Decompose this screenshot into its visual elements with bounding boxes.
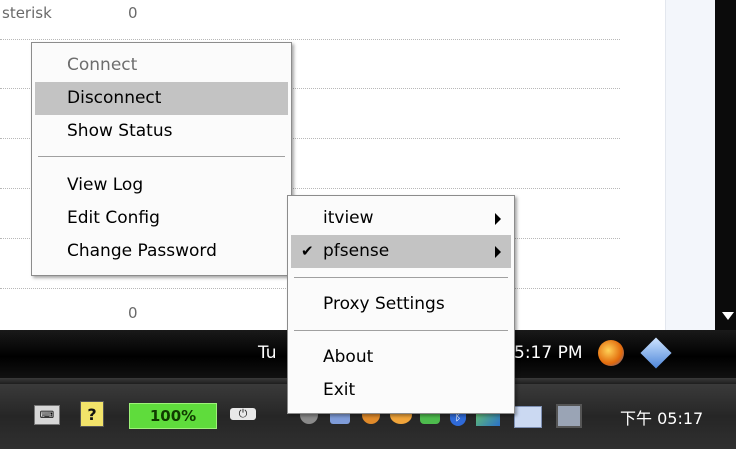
menu-item-connect[interactable]: Connect bbox=[35, 49, 288, 82]
profile-context-menu: itview ✔ pfsense Proxy Settings About Ex… bbox=[287, 195, 515, 414]
date-label: Tu bbox=[258, 343, 277, 363]
menu-separator bbox=[38, 156, 285, 157]
menu-item-label: About bbox=[323, 347, 374, 367]
network-icon[interactable] bbox=[640, 337, 672, 369]
menu-separator bbox=[294, 330, 508, 331]
menu-item-label: Edit Config bbox=[67, 208, 160, 228]
firefox-icon[interactable] bbox=[598, 340, 624, 366]
menu-item-label: Disconnect bbox=[67, 88, 162, 108]
side-panel bbox=[665, 0, 716, 330]
scrollbar[interactable] bbox=[715, 0, 736, 330]
menu-item-edit-config[interactable]: Edit Config bbox=[35, 202, 288, 235]
row-value: 0 bbox=[128, 304, 138, 322]
power-plug-icon[interactable]: ⏻ bbox=[230, 407, 256, 420]
menu-item-label: Change Password bbox=[67, 241, 217, 261]
keyboard-icon[interactable]: ⌨ bbox=[34, 405, 60, 425]
scroll-down-icon[interactable] bbox=[722, 312, 734, 320]
menu-item-pfsense[interactable]: ✔ pfsense bbox=[291, 235, 511, 268]
battery-indicator[interactable]: 100% bbox=[129, 403, 217, 429]
checkmark-icon: ✔ bbox=[301, 242, 314, 260]
column-header-value: 0 bbox=[128, 4, 138, 22]
menu-item-label: pfsense bbox=[323, 241, 390, 261]
menu-item-change-password[interactable]: Change Password bbox=[35, 235, 288, 268]
column-header-label: sterisk bbox=[2, 4, 52, 22]
row-divider bbox=[0, 39, 620, 40]
help-icon[interactable]: ? bbox=[80, 401, 104, 427]
menu-item-label: itview bbox=[323, 208, 374, 228]
connection-context-menu: Connect Disconnect Show Status View Log … bbox=[31, 42, 292, 276]
clock-top: 5:17 PM bbox=[514, 343, 583, 363]
menu-item-label: Exit bbox=[323, 380, 356, 400]
clock-bottom: 下午 05:17 bbox=[620, 409, 704, 428]
mail-icon[interactable] bbox=[514, 406, 542, 428]
menu-item-exit[interactable]: Exit bbox=[291, 374, 511, 407]
menu-separator bbox=[294, 277, 508, 278]
menu-item-show-status[interactable]: Show Status bbox=[35, 115, 288, 148]
menu-item-label: Proxy Settings bbox=[323, 294, 445, 314]
menu-item-label: View Log bbox=[67, 175, 144, 195]
monitor-icon[interactable] bbox=[556, 404, 582, 428]
menu-item-view-log[interactable]: View Log bbox=[35, 169, 288, 202]
menu-item-proxy-settings[interactable]: Proxy Settings bbox=[291, 288, 511, 321]
menu-item-about[interactable]: About bbox=[291, 341, 511, 374]
submenu-arrow-icon bbox=[495, 213, 501, 225]
menu-item-label: Show Status bbox=[67, 121, 173, 141]
menu-item-itview[interactable]: itview bbox=[291, 202, 511, 235]
menu-item-disconnect[interactable]: Disconnect bbox=[35, 82, 288, 115]
submenu-arrow-icon bbox=[495, 246, 501, 258]
menu-item-label: Connect bbox=[67, 55, 138, 75]
